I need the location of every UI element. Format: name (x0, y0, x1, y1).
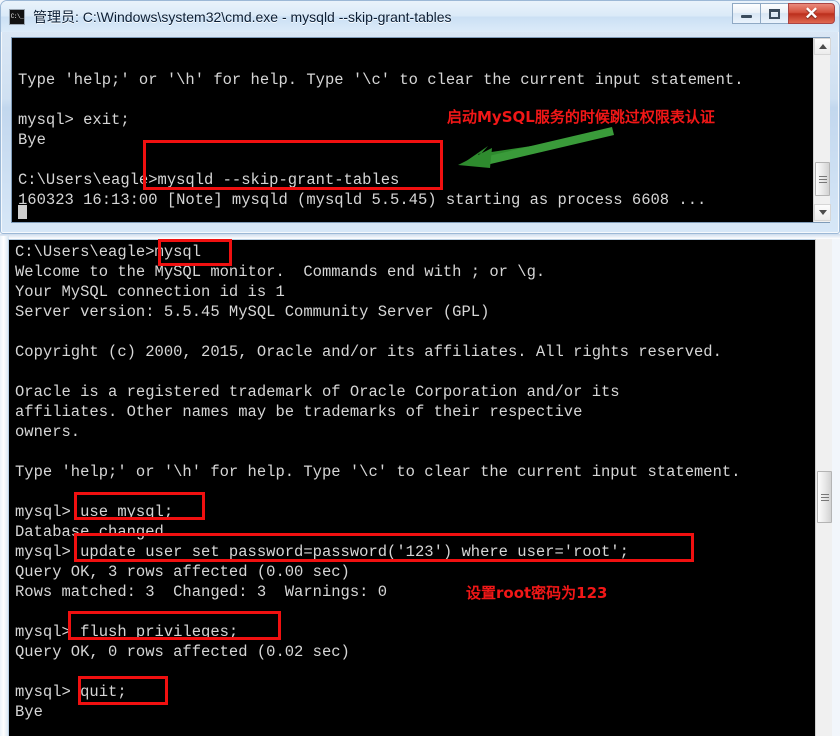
terminal-line: owners. (15, 423, 81, 441)
scrollbar-grip-bottom-icon (820, 493, 829, 501)
scroll-down-arrow-icon[interactable] (814, 204, 831, 221)
terminal-line: Server version: 5.5.45 MySQL Community S… (15, 303, 490, 321)
console-output-bottom[interactable]: C:\Users\eagle>mysql Welcome to the MySQL… (8, 239, 832, 736)
text-cursor (18, 205, 27, 219)
screenshot-root: C:\_ 管理员: C:\Windows\system32\cmd.exe - … (0, 0, 840, 736)
terminal-text-top: Type 'help;' or '\h' for help. Type '\c'… (18, 50, 744, 210)
terminal-text-bottom: C:\Users\eagle>mysql Welcome to the MySQL… (15, 242, 741, 722)
terminal-line: mysql> update user set password=password… (15, 543, 629, 561)
terminal-line: mysql> use mysql; (15, 503, 174, 521)
scrollbar-thumb-top[interactable] (815, 162, 830, 196)
console-output-top[interactable]: Type 'help;' or '\h' for help. Type '\c'… (11, 37, 830, 223)
maximize-icon (769, 8, 780, 19)
scrollbar-thumb-bottom[interactable] (817, 471, 832, 523)
terminal-line: Query OK, 0 rows affected (0.02 sec) (15, 643, 350, 661)
terminal-line: mysql> quit; (15, 683, 127, 701)
terminal-line: C:\Users\eagle>mysql (15, 243, 202, 261)
terminal-line: Oracle is a registered trademark of Orac… (15, 383, 620, 401)
terminal-line: C:\Users\eagle>mysqld --skip-grant-table… (18, 171, 400, 189)
terminal-line: Bye (15, 703, 43, 721)
terminal-line: Type 'help;' or '\h' for help. Type '\c'… (15, 463, 741, 481)
minimize-button[interactable] (732, 3, 761, 24)
terminal-line: Your MySQL connection id is 1 (15, 283, 285, 301)
annotation-set-password: 设置root密码为123 (466, 584, 608, 602)
scrollbar-top[interactable] (813, 38, 831, 222)
terminal-line: mysql> flush privileges; (15, 623, 239, 641)
terminal-line: Copyright (c) 2000, 2015, Oracle and/or … (15, 343, 722, 361)
scrollbar-grip-icon (818, 175, 827, 183)
minimize-icon (741, 15, 752, 18)
window-title: 管理员: C:\Windows\system32\cmd.exe - mysql… (33, 8, 452, 25)
close-icon: ✕ (804, 4, 819, 23)
terminal-line: Database changed (15, 523, 164, 541)
scrollbar-bottom[interactable] (815, 239, 832, 736)
terminal-line: affiliates. Other names may be trademark… (15, 403, 583, 421)
annotation-skip-grant: 启动MySQL服务的时候跳过权限表认证 (447, 108, 715, 126)
cmd-icon: C:\_ (9, 8, 25, 25)
terminal-line: Rows matched: 3 Changed: 3 Warnings: 0 (15, 583, 388, 601)
terminal-line: Query OK, 3 rows affected (0.00 sec) (15, 563, 350, 581)
window-controls: ✕ (732, 3, 835, 25)
terminal-line: Type 'help;' or '\h' for help. Type '\c'… (18, 71, 744, 89)
terminal-line: Welcome to the MySQL monitor. Commands e… (15, 263, 546, 281)
terminal-line: 160323 16:13:00 [Note] mysqld (mysqld 5.… (18, 191, 707, 209)
scroll-up-arrow-icon[interactable] (814, 38, 831, 55)
title-bar[interactable]: C:\_ 管理员: C:\Windows\system32\cmd.exe - … (1, 1, 839, 32)
maximize-button[interactable] (760, 3, 789, 24)
terminal-line: Bye (18, 131, 46, 149)
close-button[interactable]: ✕ (788, 3, 835, 24)
